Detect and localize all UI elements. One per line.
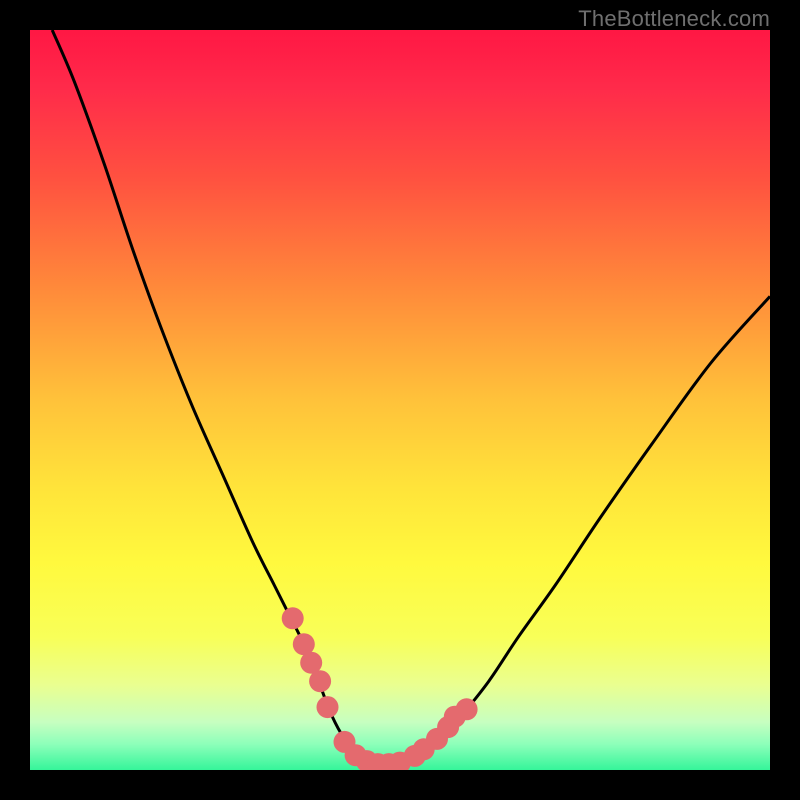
- chart-frame: TheBottleneck.com: [0, 0, 800, 800]
- marker-dot: [456, 698, 478, 720]
- plot-area: [30, 30, 770, 770]
- bottleneck-curve: [52, 30, 770, 766]
- curve-layer: [30, 30, 770, 770]
- marker-dot: [317, 696, 339, 718]
- highlight-markers: [282, 607, 478, 770]
- marker-dot: [309, 670, 331, 692]
- watermark-text: TheBottleneck.com: [578, 6, 770, 32]
- marker-dot: [282, 607, 304, 629]
